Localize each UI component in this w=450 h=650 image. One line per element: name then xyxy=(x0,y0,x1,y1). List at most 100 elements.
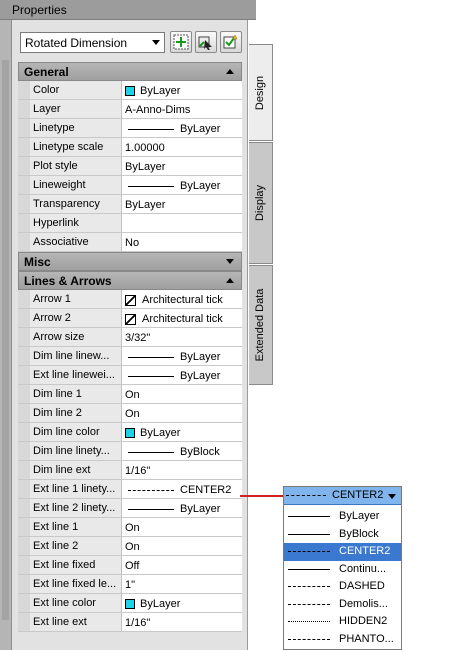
property-value[interactable]: ByBlock xyxy=(122,442,242,460)
row-gutter xyxy=(18,347,30,365)
property-row[interactable]: Color ByLayer xyxy=(18,81,242,100)
object-type-value: Rotated Dimension xyxy=(25,36,128,50)
linetype-option[interactable]: HIDDEN2 xyxy=(284,613,401,631)
property-value[interactable]: 1/16" xyxy=(122,613,242,631)
linetype-option[interactable]: ByLayer xyxy=(284,508,401,526)
pickadd-toggle-button[interactable] xyxy=(170,31,192,53)
row-gutter xyxy=(18,480,30,498)
property-value[interactable]: ByLayer xyxy=(122,119,242,137)
tab-design[interactable]: Design xyxy=(249,44,273,141)
property-row[interactable]: Ext line 1 linety... CENTER2 xyxy=(18,480,242,499)
property-row[interactable]: Linetype scale 1.00000 xyxy=(18,138,242,157)
category-header[interactable]: Misc xyxy=(18,252,242,271)
select-objects-button[interactable] xyxy=(195,31,217,53)
quick-select-button[interactable] xyxy=(220,31,242,53)
property-row[interactable]: Transparency ByLayer xyxy=(18,195,242,214)
tab-display[interactable]: Display xyxy=(249,142,273,264)
linetype-dropdown[interactable]: CENTER2 ByLayer ByBlock CENTER2 Continu... D… xyxy=(283,486,402,650)
property-value[interactable]: On xyxy=(122,385,242,403)
property-row[interactable]: Ext line 1 On xyxy=(18,518,242,537)
row-gutter xyxy=(18,176,30,194)
property-name: Layer xyxy=(30,100,122,118)
architectural-tick-icon xyxy=(125,294,136,306)
palette-left-strip[interactable] xyxy=(0,20,12,650)
property-name: Ext line 2 xyxy=(30,537,122,555)
property-row[interactable]: Ext line linewei... ByLayer xyxy=(18,366,242,385)
property-value[interactable]: Architectural tick xyxy=(122,309,242,327)
linetype-preview xyxy=(288,551,330,552)
linetype-option-label: CENTER2 xyxy=(339,545,391,557)
property-row[interactable]: Ext line 2 linety... ByLayer xyxy=(18,499,242,518)
property-row[interactable]: Ext line color ByLayer xyxy=(18,594,242,613)
property-value[interactable]: 3/32" xyxy=(122,328,242,346)
property-value[interactable]: ByLayer xyxy=(122,157,242,175)
property-value[interactable]: ByLayer xyxy=(122,594,242,612)
property-name: Ext line 1 xyxy=(30,518,122,536)
linetype-preview xyxy=(288,586,330,587)
property-row[interactable]: Dim line linety... ByBlock xyxy=(18,442,242,461)
property-row[interactable]: Dim line ext 1/16" xyxy=(18,461,242,480)
property-row[interactable]: Dim line color ByLayer xyxy=(18,423,242,442)
property-value[interactable]: On xyxy=(122,537,242,555)
linetype-option[interactable]: Continu... xyxy=(284,561,401,579)
property-value[interactable]: ByLayer xyxy=(122,347,242,365)
property-value[interactable]: CENTER2 xyxy=(122,480,242,498)
palette-titlebar[interactable]: Properties xyxy=(0,0,256,20)
property-row[interactable]: Hyperlink xyxy=(18,214,242,233)
property-value[interactable]: ByLayer xyxy=(122,176,242,194)
property-row[interactable]: Dim line 2 On xyxy=(18,404,242,423)
property-row[interactable]: Layer A-Anno-Dims xyxy=(18,100,242,119)
property-value[interactable]: Off xyxy=(122,556,242,574)
linetype-option[interactable]: PHANTO... xyxy=(284,631,401,649)
tab-extended-data[interactable]: Extended Data xyxy=(249,265,273,385)
property-row[interactable]: Arrow 1 Architectural tick xyxy=(18,290,242,309)
property-value[interactable]: On xyxy=(122,518,242,536)
property-value[interactable] xyxy=(122,214,242,232)
property-value[interactable]: ByLayer xyxy=(122,366,242,384)
property-value[interactable]: ByLayer xyxy=(122,499,242,517)
property-value[interactable]: 1" xyxy=(122,575,242,593)
property-value[interactable]: ByLayer xyxy=(122,423,242,441)
property-value[interactable]: ByLayer xyxy=(122,195,242,213)
property-row[interactable]: Lineweight ByLayer xyxy=(18,176,242,195)
row-gutter xyxy=(18,404,30,422)
linetype-option[interactable]: DASHED xyxy=(284,578,401,596)
property-value-text: ByLayer xyxy=(125,199,166,211)
row-gutter xyxy=(18,157,30,175)
property-row[interactable]: Dim line linew... ByLayer xyxy=(18,347,242,366)
linetype-option[interactable]: ByBlock xyxy=(284,526,401,544)
collapse-icon[interactable] xyxy=(226,69,234,74)
property-value[interactable]: 1.00000 xyxy=(122,138,242,156)
expand-icon[interactable] xyxy=(226,259,234,264)
palette-scrollbar[interactable] xyxy=(2,60,9,620)
row-gutter xyxy=(18,613,30,631)
collapse-icon[interactable] xyxy=(226,278,234,283)
quick-select-icon xyxy=(223,34,238,49)
property-row[interactable]: Associative No xyxy=(18,233,242,252)
property-name: Ext line fixed le... xyxy=(30,575,122,593)
category-header[interactable]: Lines & Arrows xyxy=(18,271,242,290)
property-value-text: CENTER2 xyxy=(180,484,232,496)
property-row[interactable]: Arrow size 3/32" xyxy=(18,328,242,347)
linetype-option[interactable]: Demolis... xyxy=(284,596,401,614)
property-value[interactable]: A-Anno-Dims xyxy=(122,100,242,118)
property-row[interactable]: Linetype ByLayer xyxy=(18,119,242,138)
row-gutter xyxy=(18,81,30,99)
category-header[interactable]: General xyxy=(18,62,242,81)
property-value[interactable]: 1/16" xyxy=(122,461,242,479)
property-row[interactable]: Ext line 2 On xyxy=(18,537,242,556)
property-row[interactable]: Arrow 2 Architectural tick xyxy=(18,309,242,328)
property-row[interactable]: Dim line 1 On xyxy=(18,385,242,404)
property-row[interactable]: Ext line fixed le... 1" xyxy=(18,575,242,594)
property-row[interactable]: Plot style ByLayer xyxy=(18,157,242,176)
linetype-option[interactable]: CENTER2 xyxy=(284,543,401,561)
property-row[interactable]: Ext line ext 1/16" xyxy=(18,613,242,632)
linetype-dropdown-header[interactable]: CENTER2 xyxy=(284,487,401,505)
property-value[interactable]: Architectural tick xyxy=(122,290,242,308)
object-type-dropdown[interactable]: Rotated Dimension xyxy=(20,32,165,53)
property-value-text: ByLayer xyxy=(180,180,221,192)
property-value[interactable]: On xyxy=(122,404,242,422)
property-value[interactable]: ByLayer xyxy=(122,81,242,99)
property-row[interactable]: Ext line fixed Off xyxy=(18,556,242,575)
property-value[interactable]: No xyxy=(122,233,242,251)
